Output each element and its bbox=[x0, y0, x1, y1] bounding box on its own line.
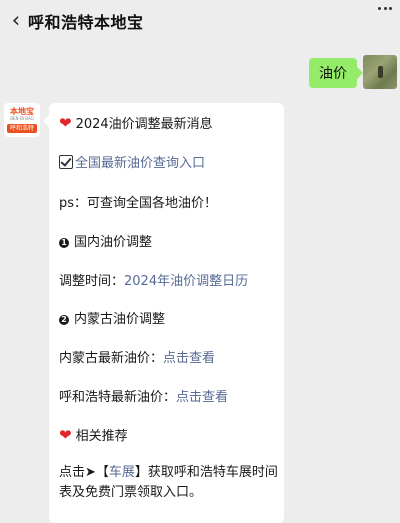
heart-icon: ❤ bbox=[59, 114, 72, 132]
headline-text: 2024油价调整最新消息 bbox=[75, 117, 213, 132]
bot-avatar[interactable]: 本地宝 BEN DI BAO 呼和浩特 bbox=[4, 103, 40, 137]
nmg-label: 内蒙古最新油价： bbox=[59, 351, 164, 366]
bot-avatar-city: 呼和浩特 bbox=[7, 124, 37, 133]
user-message-text: 油价 bbox=[319, 66, 347, 82]
top-bar: ‹ 呼和浩特本地宝 bbox=[0, 0, 400, 40]
headline-row: ❤ 2024油价调整最新消息 bbox=[59, 113, 213, 132]
heart-icon: ❤ bbox=[59, 426, 72, 444]
related-row: ❤ 相关推荐 bbox=[59, 425, 128, 444]
number-one-icon: 1 bbox=[59, 238, 69, 248]
query-link[interactable]: 全国最新油价查询入口 bbox=[75, 156, 205, 171]
query-row: 全国最新油价查询入口 bbox=[59, 152, 205, 171]
number-two-icon: 2 bbox=[59, 315, 69, 325]
section2-row: 2 内蒙古油价调整 bbox=[59, 308, 165, 327]
bot-avatar-sub: BEN DI BAO bbox=[10, 116, 34, 121]
user-avatar[interactable] bbox=[363, 55, 397, 89]
hhht-label: 呼和浩特最新油价： bbox=[59, 390, 177, 405]
promo-link[interactable]: 车展 bbox=[109, 465, 135, 480]
back-arrow-icon[interactable]: ‹ bbox=[6, 9, 26, 31]
related-title: 相关推荐 bbox=[75, 429, 128, 444]
chat-title: 呼和浩特本地宝 bbox=[28, 13, 144, 32]
ps-text: ps：可查询全国各地油价！ bbox=[59, 196, 218, 211]
bot-message-bubble: ❤ 2024油价调整最新消息 全国最新油价查询入口 ps：可查询全国各地油价！ 1… bbox=[43, 103, 284, 523]
hhht-link[interactable]: 点击查看 bbox=[176, 390, 228, 405]
adjust-label: 调整时间： bbox=[59, 274, 125, 289]
nmg-link[interactable]: 点击查看 bbox=[163, 351, 215, 366]
section1-row: 1 国内油价调整 bbox=[59, 231, 152, 250]
section2-title: 内蒙古油价调整 bbox=[74, 312, 166, 327]
nmg-row: 内蒙古最新油价：点击查看 bbox=[59, 347, 215, 366]
adjust-link[interactable]: 2024年油价调整日历 bbox=[124, 274, 248, 289]
adjust-row: 调整时间：2024年油价调整日历 bbox=[59, 270, 248, 289]
hhht-row: 呼和浩特最新油价：点击查看 bbox=[59, 386, 228, 405]
promo-prefix: 点击➤【 bbox=[59, 465, 109, 480]
promo-paragraph: 点击➤【车展】获取呼和浩特车展时间表及免费门票领取入口。 bbox=[59, 463, 279, 503]
more-options-icon[interactable] bbox=[378, 5, 392, 11]
check-icon bbox=[59, 155, 73, 169]
bot-avatar-brand: 本地宝 bbox=[10, 107, 34, 116]
section1-title: 国内油价调整 bbox=[74, 235, 153, 250]
user-message-bubble[interactable]: 油价 bbox=[309, 58, 363, 88]
